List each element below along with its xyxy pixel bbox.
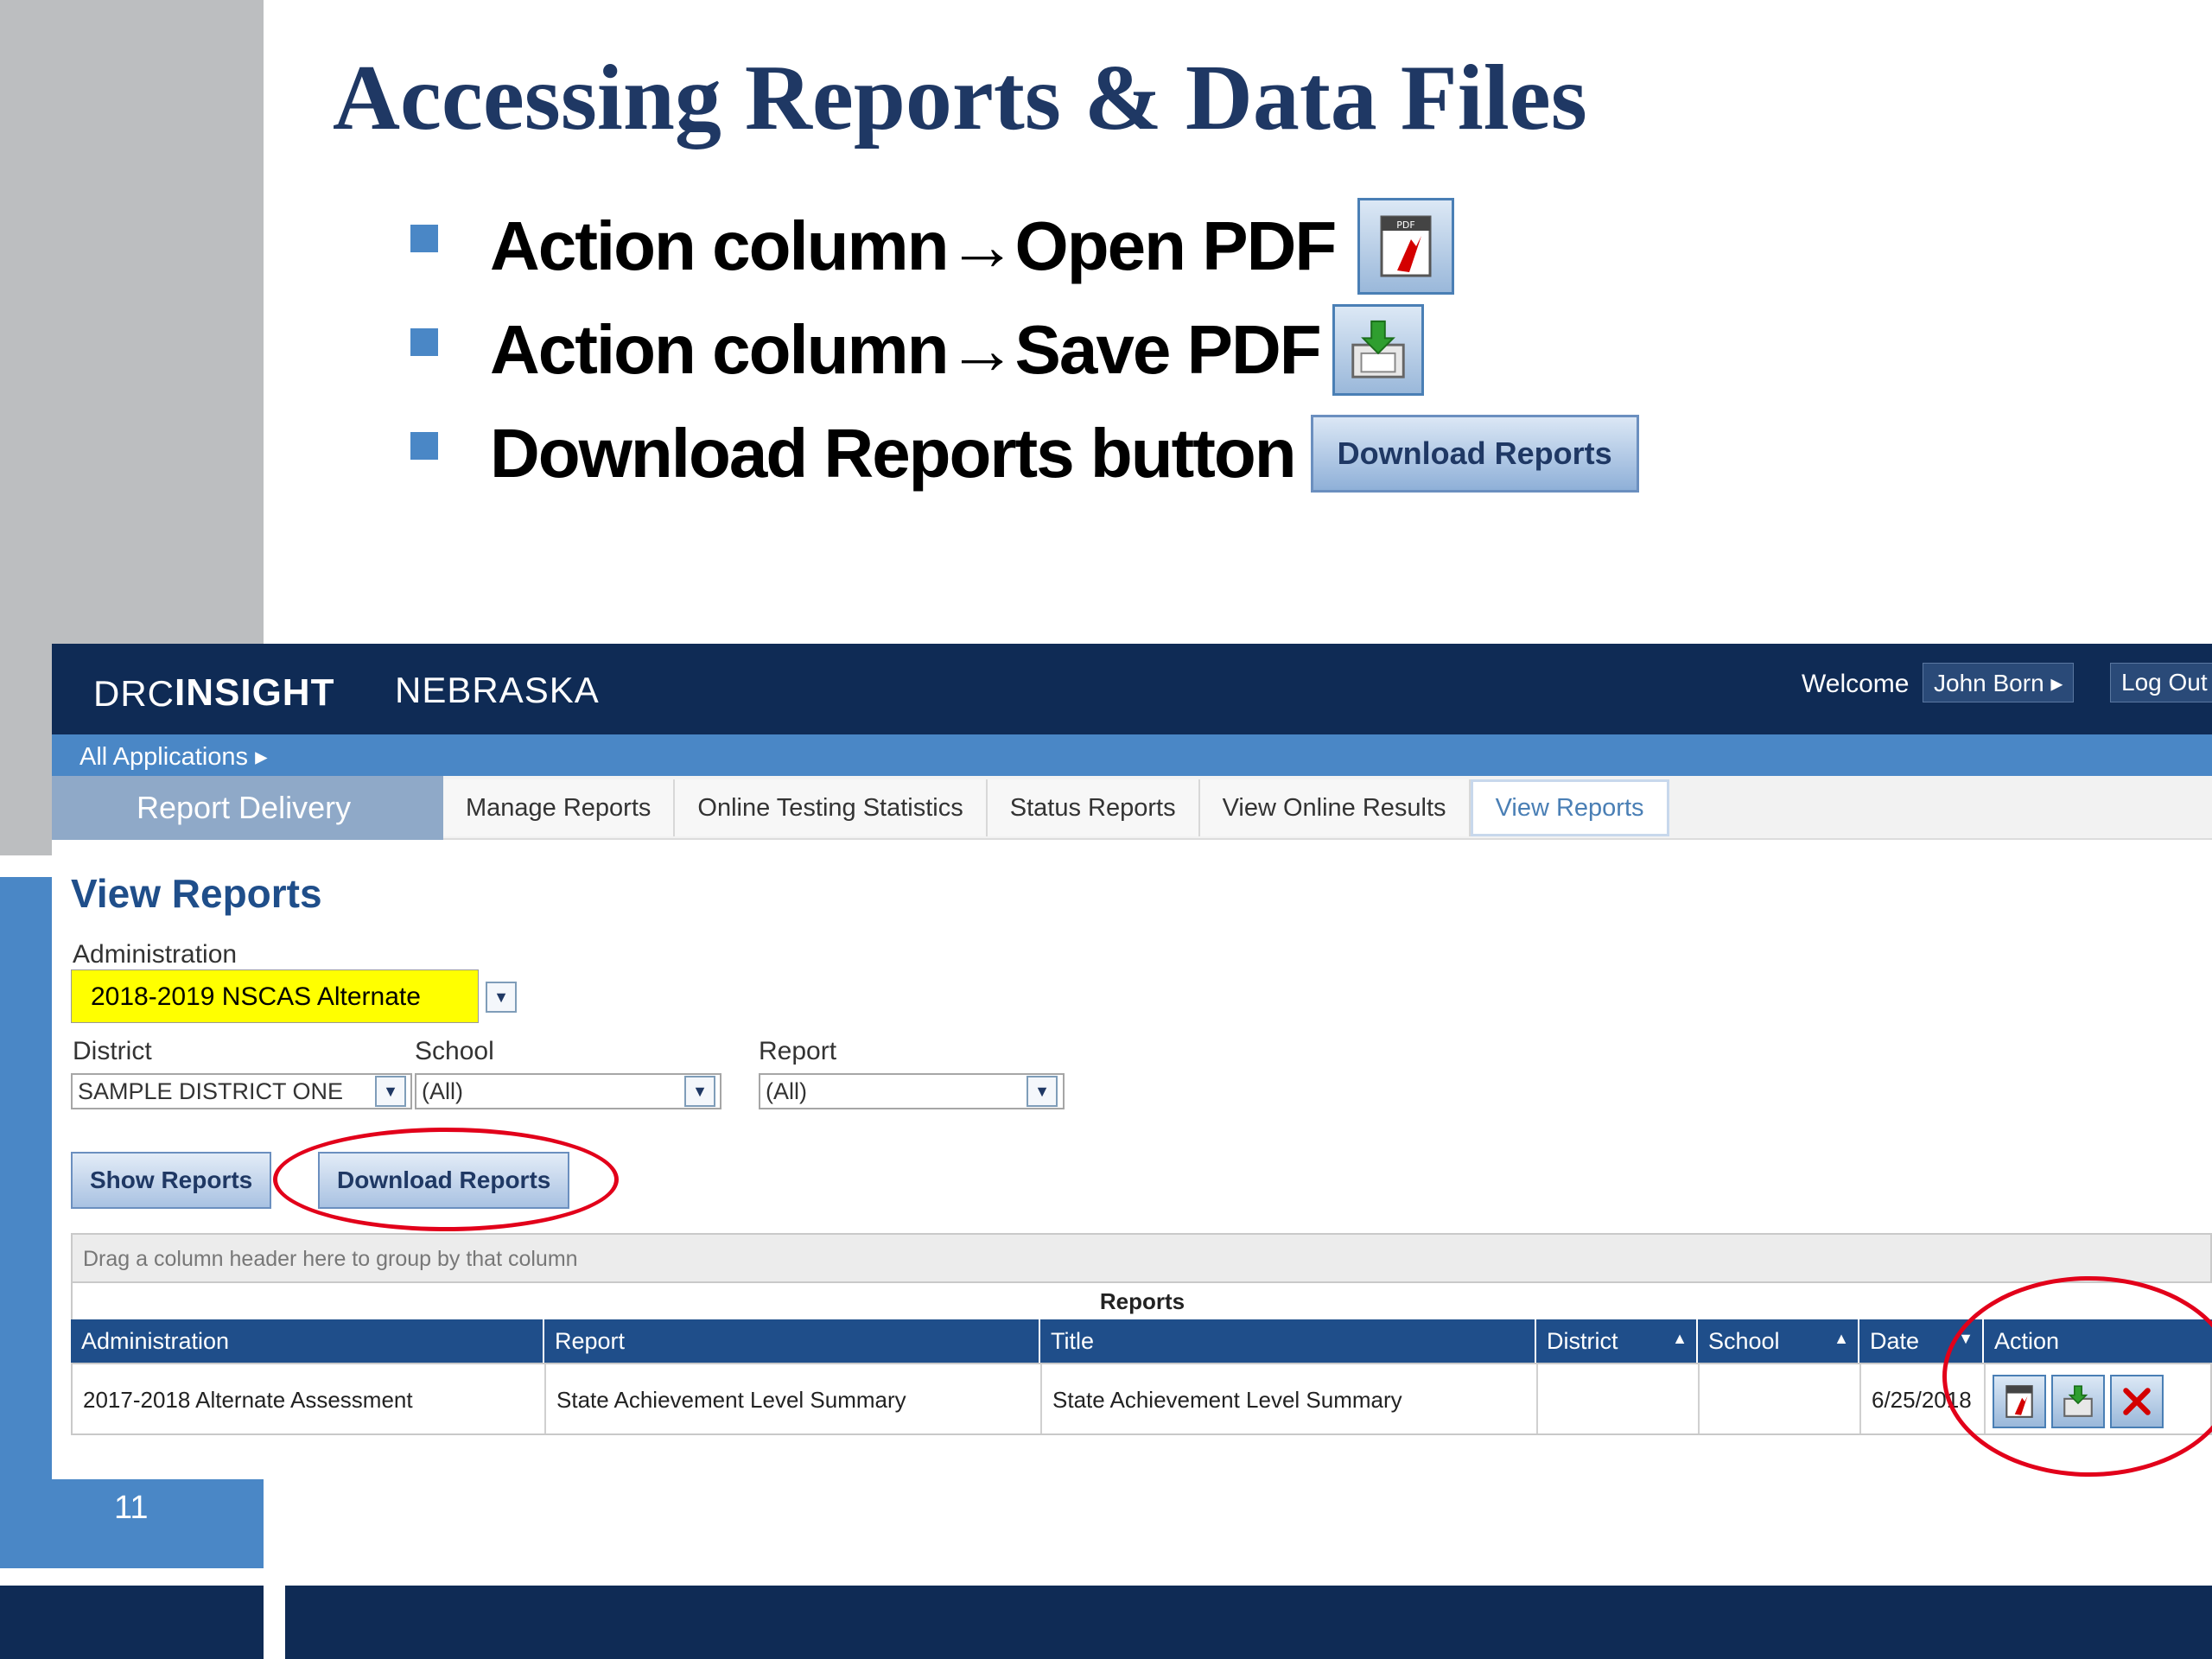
slide-title: Accessing Reports & Data Files — [333, 47, 1587, 149]
bullet-text: Action column→Open PDF — [490, 207, 1337, 284]
column-title[interactable]: Title — [1040, 1319, 1536, 1363]
report-select[interactable]: (All) — [759, 1073, 1065, 1109]
sort-asc-icon[interactable]: ▲ — [1672, 1330, 1688, 1348]
cell-report: State Achievement Level Summary — [546, 1364, 1042, 1433]
column-administration[interactable]: Administration — [71, 1319, 544, 1363]
table-row: 2017-2018 Alternate Assessment State Ach… — [71, 1363, 2212, 1435]
column-school-label: School — [1708, 1328, 1780, 1354]
cell-title: State Achievement Level Summary — [1042, 1364, 1538, 1433]
download-reports-example-button: Download Reports — [1310, 415, 1639, 493]
welcome-text: Welcome — [1802, 670, 1910, 698]
page-number: 11 — [0, 1479, 264, 1568]
drc-insight-logo: DRC INSIGHT — [93, 663, 334, 715]
tab-view-online-results[interactable]: View Online Results — [1199, 779, 1471, 836]
logo-drc-text: DRC — [93, 673, 175, 714]
district-dropdown-icon[interactable]: ▼ — [375, 1076, 406, 1107]
annotation-circle-download — [273, 1128, 619, 1231]
group-by-hint: Drag a column header here to group by th… — [71, 1233, 2212, 1283]
report-label: Report — [759, 1037, 837, 1065]
bullet-open-pdf: Action column→Open PDF PDF — [410, 194, 1639, 298]
user-menu-button[interactable]: John Born ▸ — [1923, 663, 2075, 702]
column-district[interactable]: District ▲ — [1536, 1319, 1698, 1363]
cell-district — [1538, 1364, 1700, 1433]
tab-online-testing-statistics[interactable]: Online Testing Statistics — [675, 779, 988, 836]
svg-text:PDF: PDF — [1397, 219, 1415, 231]
all-applications-link[interactable]: All Applications ▸ — [52, 734, 2212, 776]
report-dropdown-icon[interactable]: ▼ — [1027, 1076, 1058, 1107]
slide-footer-right — [285, 1586, 2212, 1659]
bullet-save-pdf: Action column→Save PDF — [410, 298, 1639, 402]
portal-screenshot: DRC INSIGHT NEBRASKA Welcome John Born ▸… — [52, 644, 2212, 1478]
school-label: School — [415, 1037, 494, 1065]
column-school[interactable]: School ▲ — [1698, 1319, 1859, 1363]
district-label: District — [73, 1037, 152, 1065]
save-pdf-icon — [1332, 304, 1424, 396]
grid-caption: Reports — [71, 1283, 2212, 1319]
school-select[interactable]: (All) — [415, 1073, 721, 1109]
page-title: View Reports — [71, 871, 322, 916]
logo-insight-text: INSIGHT — [175, 671, 335, 714]
district-select[interactable]: SAMPLE DISTRICT ONE — [71, 1073, 412, 1109]
bullet-text: Download Reports button — [490, 415, 1297, 492]
column-district-label: District — [1547, 1328, 1618, 1354]
cell-school — [1700, 1364, 1861, 1433]
tab-status-reports[interactable]: Status Reports — [987, 779, 1200, 836]
logout-button[interactable]: Log Out — [2110, 663, 2212, 702]
bullet-marker — [410, 432, 438, 460]
column-report[interactable]: Report — [544, 1319, 1040, 1363]
bullet-marker — [410, 328, 438, 356]
tab-manage-reports[interactable]: Manage Reports — [443, 779, 676, 836]
bullet-marker — [410, 225, 438, 252]
slide-blue-strip — [0, 877, 52, 1568]
cell-administration: 2017-2018 Alternate Assessment — [73, 1364, 546, 1433]
pdf-open-icon: PDF — [1357, 198, 1455, 295]
module-nav: Report Delivery Manage Reports Online Te… — [52, 776, 2212, 840]
school-dropdown-icon[interactable]: ▼ — [684, 1076, 715, 1107]
top-header: DRC INSIGHT NEBRASKA Welcome John Born ▸… — [52, 644, 2212, 734]
bullet-list: Action column→Open PDF PDF Action column… — [410, 194, 1639, 505]
tab-view-reports[interactable]: View Reports — [1470, 779, 1669, 836]
state-name: NEBRASKA — [395, 670, 600, 710]
bullet-text: Action column→Save PDF — [490, 311, 1322, 388]
grid-header: Administration Report Title District ▲ Sc… — [71, 1319, 2212, 1363]
show-reports-button[interactable]: Show Reports — [71, 1152, 272, 1209]
nav-tabs: Manage Reports Online Testing Statistics… — [443, 779, 1669, 836]
sort-asc-icon[interactable]: ▲ — [1834, 1330, 1849, 1348]
administration-dropdown-icon[interactable]: ▼ — [486, 982, 517, 1013]
module-title: Report Delivery — [52, 776, 443, 840]
administration-select[interactable]: 2018-2019 NSCAS Alternate — [71, 969, 479, 1023]
administration-label: Administration — [73, 940, 238, 969]
column-date-label: Date — [1870, 1328, 1920, 1354]
slide-footer-left — [0, 1586, 264, 1659]
bullet-download-button: Download Reports button Download Reports — [410, 402, 1639, 505]
slide: Accessing Reports & Data Files Action co… — [0, 0, 2212, 1659]
annotation-circle-action — [1942, 1276, 2212, 1477]
